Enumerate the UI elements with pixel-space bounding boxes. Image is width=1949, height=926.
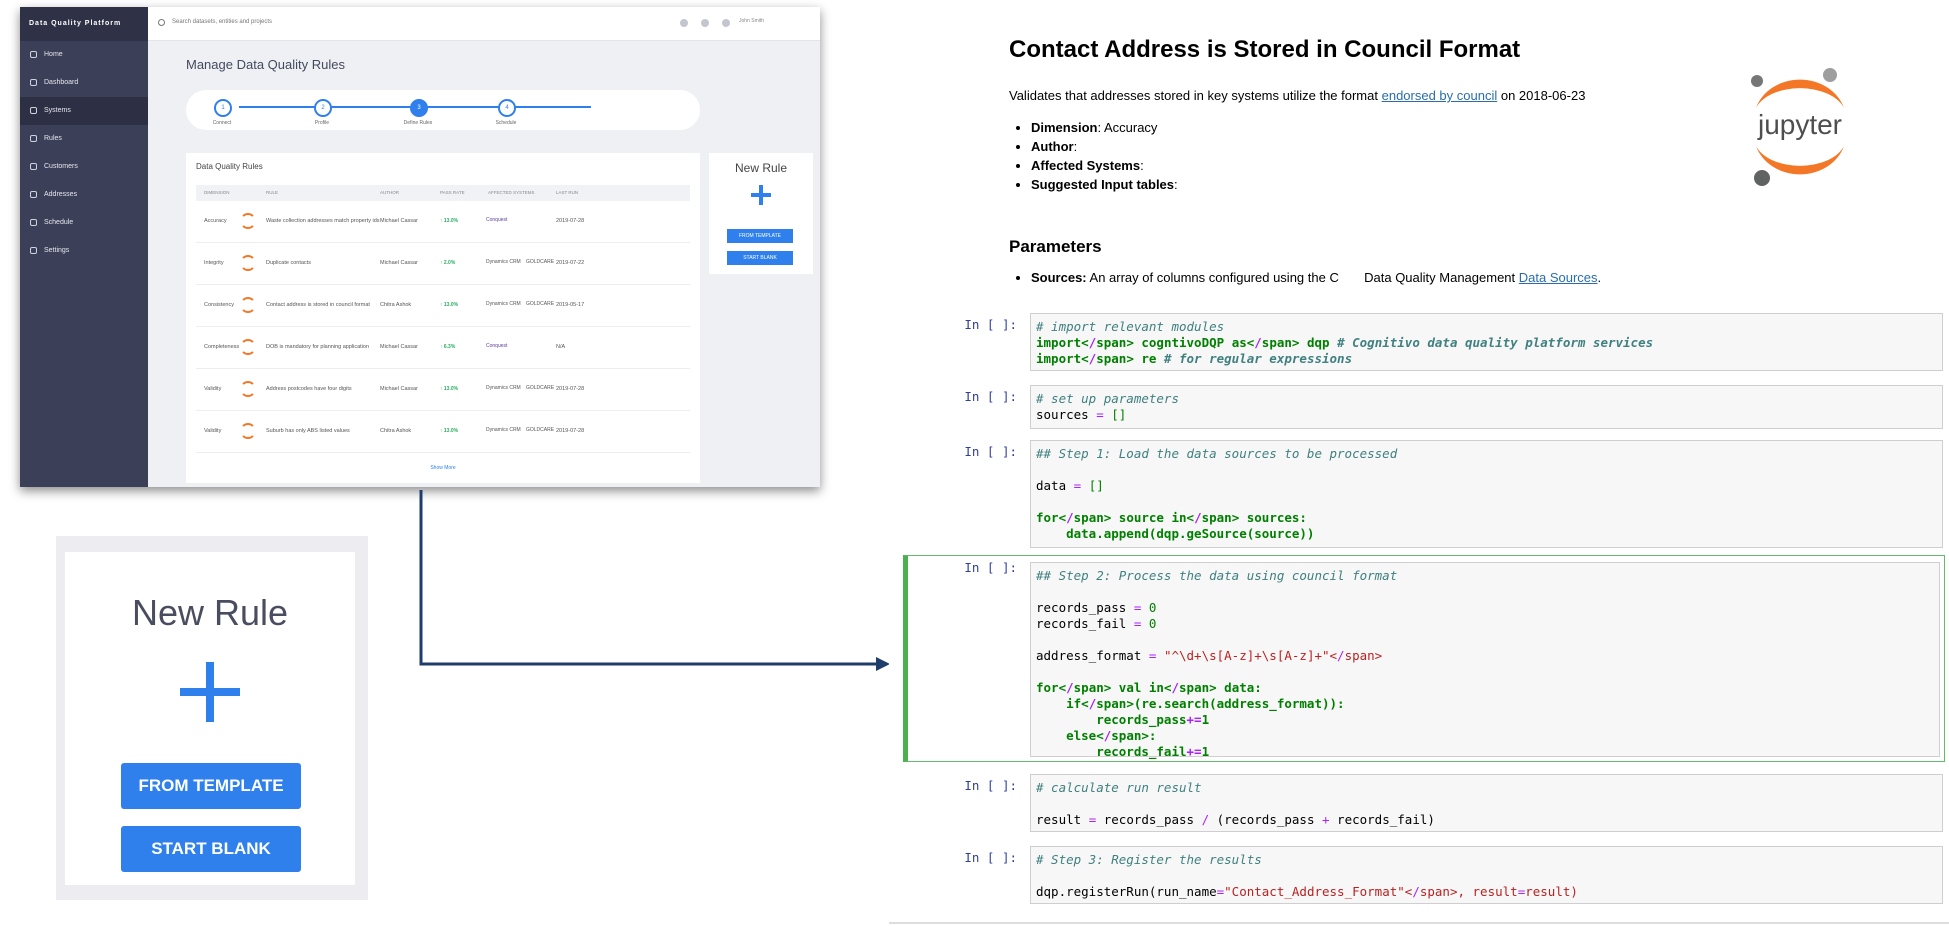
- code-editor[interactable]: ## Step 2: Process the data using counci…: [1030, 562, 1940, 759]
- meta-item: Dimension: Accuracy: [1031, 118, 1178, 137]
- code-editor[interactable]: ## Step 1: Load the data sources to be p…: [1030, 440, 1943, 548]
- cell-prompt: In [ ]:: [964, 444, 1017, 459]
- notebook-title: Contact Address is Stored in Council For…: [1009, 36, 1521, 63]
- council-link[interactable]: endorsed by council: [1382, 88, 1498, 103]
- cell-prompt: In [ ]:: [964, 778, 1017, 793]
- cell-prompt: In [ ]:: [964, 850, 1017, 865]
- cell-prompt: In [ ]:: [964, 560, 1017, 575]
- meta-item: Author:: [1031, 137, 1178, 156]
- jupyter-notebook: Contact Address is Stored in Council For…: [889, 0, 1949, 926]
- jupyter-logo-text: jupyter: [1757, 109, 1842, 140]
- code-cell[interactable]: In [ ]: # import relevant modules import<…: [949, 313, 1943, 371]
- desc-text: Validates that addresses stored in key s…: [1009, 88, 1382, 103]
- cell-prompt: In [ ]:: [964, 389, 1017, 404]
- code-cell[interactable]: In [ ]: ## Step 1: Load the data sources …: [949, 440, 1943, 548]
- code-cell[interactable]: In [ ]: ## Step 2: Process the data using…: [903, 555, 1945, 762]
- code-cell[interactable]: In [ ]: # calculate run result result = r…: [949, 774, 1943, 832]
- meta-key: Author: [1031, 139, 1074, 154]
- code-editor[interactable]: # set up parameters sources = []: [1030, 385, 1943, 429]
- meta-key: Suggested Input tables: [1031, 177, 1175, 192]
- parameters-heading: Parameters: [1009, 237, 1102, 256]
- meta-value: :: [1174, 177, 1178, 192]
- meta-value: :: [1073, 139, 1078, 154]
- data-sources-link[interactable]: Data Sources: [1519, 270, 1598, 285]
- code-cell[interactable]: In [ ]: # Step 3: Register the results dq…: [949, 846, 1943, 904]
- jupyter-logo-icon: jupyter: [1751, 68, 1844, 186]
- sources-end: .: [1597, 270, 1602, 285]
- code-editor[interactable]: # import relevant modules import</span> …: [1030, 313, 1943, 371]
- metadata-list: Dimension: AccuracyAuthor:Affected Syste…: [1009, 118, 1178, 194]
- meta-item: Affected Systems:: [1031, 156, 1178, 175]
- notebook-bottom-border: [889, 922, 1949, 924]
- sources-text: An array of columns configured using the…: [1086, 270, 1519, 285]
- cell-prompt: In [ ]:: [964, 317, 1017, 332]
- desc-suffix: on 2018-06-23: [1497, 88, 1586, 103]
- meta-value: :: [1140, 158, 1144, 173]
- sources-key: Sources:: [1031, 270, 1087, 285]
- sources-item: Sources: An array of columns configured …: [1031, 270, 1601, 285]
- notebook-description: Validates that addresses stored in key s…: [1009, 88, 1585, 103]
- code-editor[interactable]: # Step 3: Register the results dqp.regis…: [1030, 846, 1943, 904]
- code-cell[interactable]: In [ ]: # set up parameters sources = []: [949, 385, 1943, 429]
- meta-key: Dimension: [1031, 120, 1098, 135]
- parameters-list: Sources: An array of columns configured …: [1009, 270, 1601, 285]
- meta-key: Affected Systems: [1031, 158, 1141, 173]
- meta-value: : Accuracy: [1097, 120, 1158, 135]
- code-editor[interactable]: # calculate run result result = records_…: [1030, 774, 1943, 832]
- meta-item: Suggested Input tables:: [1031, 175, 1178, 194]
